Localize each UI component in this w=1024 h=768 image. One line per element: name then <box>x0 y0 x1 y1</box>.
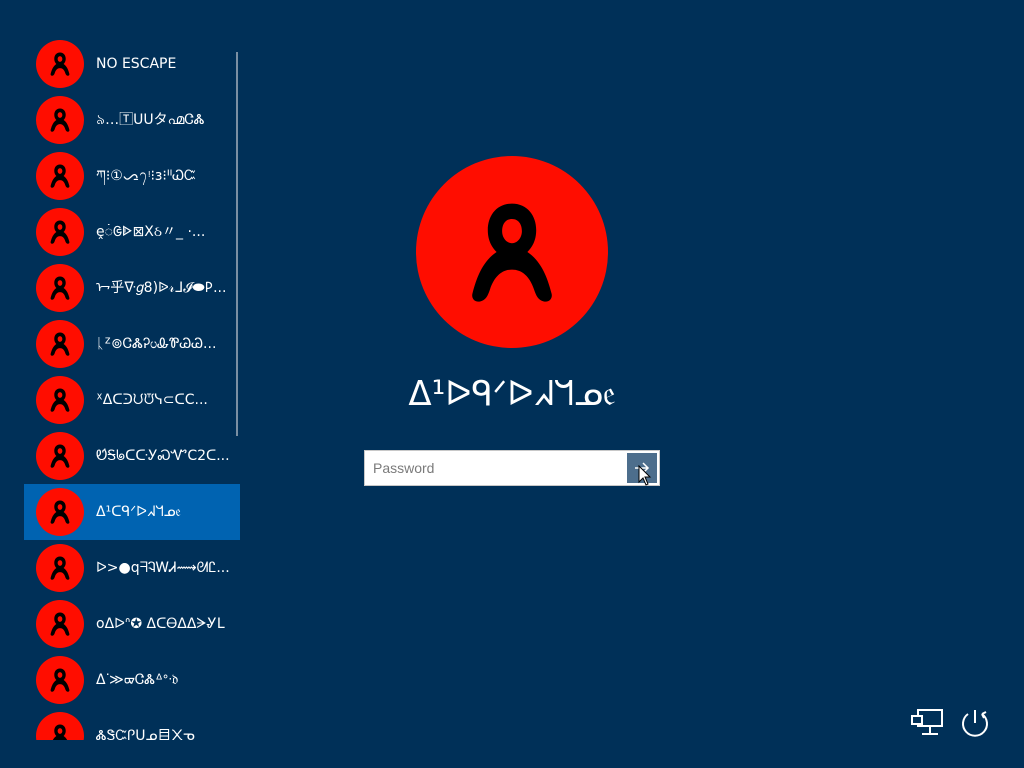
user-name-label: NO ESCAPE <box>96 55 177 72</box>
user-avatar-icon <box>36 712 84 740</box>
power-icon[interactable] <box>958 706 992 740</box>
user-avatar-icon <box>36 40 84 88</box>
user-name-label: ᐃᐝ≫ᢍᏣᏜᐞᐤᐧ𝔡 <box>96 671 179 688</box>
user-silhouette-icon <box>472 203 552 302</box>
user-avatar-icon <box>36 320 84 368</box>
user-list-item[interactable]: ৯…🅃ᑌᑌタ൶ᏣᏜ <box>24 92 240 148</box>
user-avatar-icon <box>36 544 84 592</box>
password-input[interactable] <box>373 451 623 485</box>
user-avatar-icon <box>36 600 84 648</box>
user-name-label: ḙ𑀁ᱜᐈ⊠Xઠ〃_ ·... <box>96 223 206 240</box>
user-name-label: ᢇ乎ᐍ𝑔8)ᐉ𝓇ᒧ𝓘⬬𐌓... <box>96 279 227 296</box>
user-avatar-icon <box>36 96 84 144</box>
user-name-label: ᚳᙆ⊚ᏣᏜᎮᦢᎲᏈᏊᏊ... <box>96 335 217 352</box>
user-avatar-icon <box>36 208 84 256</box>
user-list-item[interactable]: ཀ⁝①ᯁ᭢ᵎ⁝ɜ⁝ᐦᏇᏨ <box>24 148 240 204</box>
user-avatar-icon <box>36 488 84 536</box>
user-list-item[interactable]: ᢇ乎ᐍ𝑔8)ᐉ𝓇ᒧ𝓘⬬𐌓... <box>24 260 240 316</box>
user-avatar-icon <box>36 656 84 704</box>
user-list-item[interactable]: ᏜᏕᏨᎵᑌᓄ目᙭ᓀ <box>24 708 240 740</box>
username-display: ᐃ¹ᐅᑫᐟᐅᖽᖻᓄ𝔢 <box>408 374 616 414</box>
user-list-item[interactable]: ᐅ>●qᖷᎸᎳᏗ⟿ᘛᏝ... <box>24 540 240 596</box>
user-name-label: ᐅ>●qᖷᎸᎳᏗ⟿ᘛᏝ... <box>96 559 230 576</box>
user-list-item[interactable]: ᐃ¹ᑕᑫᐟᐅᖽᖻᓄ𝔢 <box>24 484 240 540</box>
user-list-item[interactable]: oᐃᐅᐢ✪ ᐃᑕᎾᐃᐃᗒᎽᒪ <box>24 596 240 652</box>
user-name-label: ᕽᐃᑕᑔᙀᙈᓭ⊂ᑕC... <box>96 391 208 408</box>
user-name-label: ᏬᜒᎦᖚᑕᑢᎩᏍᏉC2ᑕ... <box>96 447 230 464</box>
user-name-label: ৯…🅃ᑌᑌタ൶ᏣᏜ <box>96 111 205 128</box>
user-list: NO ESCAPE ৯…🅃ᑌᑌタ൶ᏣᏜ ཀ⁝①ᯁ᭢ᵎ⁝ɜ⁝ᐦᏇᏨ ḙ𑀁ᱜᐈ⊠Xઠ〃_ … <box>24 36 240 740</box>
user-avatar-icon <box>36 264 84 312</box>
user-list-item[interactable]: ḙ𑀁ᱜᐈ⊠Xઠ〃_ ·... <box>24 204 240 260</box>
main-avatar <box>416 156 608 348</box>
user-name-label: oᐃᐅᐢ✪ ᐃᑕᎾᐃᐃᗒᎽᒪ <box>96 615 225 632</box>
mouse-cursor-icon <box>638 465 652 486</box>
user-name-label: ᐃ¹ᑕᑫᐟᐅᖽᖻᓄ𝔢 <box>96 503 181 520</box>
user-list-item[interactable]: ᐃᐝ≫ᢍᏣᏜᐞᐤᐧ𝔡 <box>24 652 240 708</box>
user-list-item[interactable]: ᚳᙆ⊚ᏣᏜᎮᦢᎲᏈᏊᏊ... <box>24 316 240 372</box>
user-list-item[interactable]: NO ESCAPE <box>24 36 240 92</box>
user-name-label: ཀ⁝①ᯁ᭢ᵎ⁝ɜ⁝ᐦᏇᏨ <box>96 167 197 184</box>
password-box <box>364 450 660 486</box>
user-avatar-icon <box>36 152 84 200</box>
user-list-scrollbar[interactable] <box>236 52 238 436</box>
user-list-item[interactable]: ᕽᐃᑕᑔᙀᙈᓭ⊂ᑕC... <box>24 372 240 428</box>
user-avatar-icon <box>36 376 84 424</box>
network-icon[interactable] <box>910 708 944 738</box>
user-list-item[interactable]: ᏬᜒᎦᖚᑕᑢᎩᏍᏉC2ᑕ... <box>24 428 240 484</box>
user-name-label: ᏜᏕᏨᎵᑌᓄ目᙭ᓀ <box>96 727 195 741</box>
user-avatar-icon <box>36 432 84 480</box>
